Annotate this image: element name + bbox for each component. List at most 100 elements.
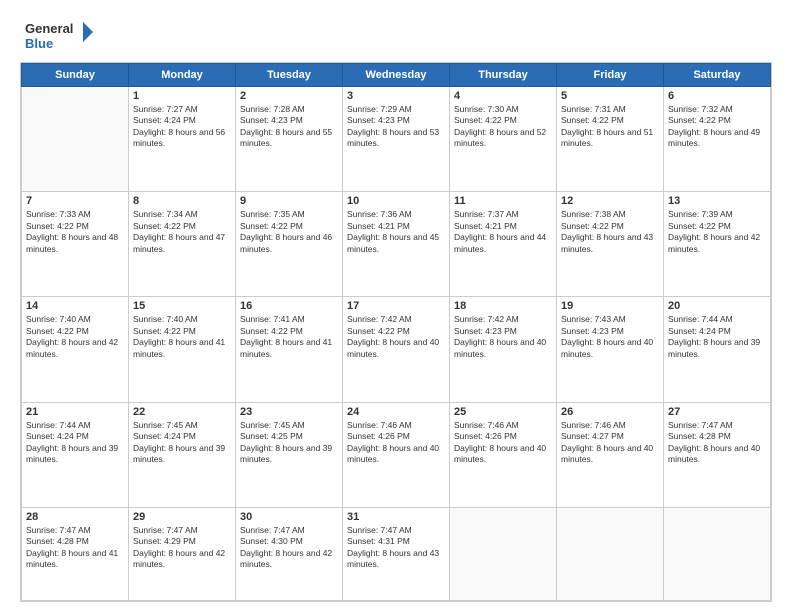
day-number: 29 [133,511,231,523]
cal-cell: 16 Sunrise: 7:41 AMSunset: 4:22 PMDayligh… [236,297,343,402]
cell-details: Sunrise: 7:44 AMSunset: 4:24 PMDaylight:… [668,314,766,360]
cal-cell: 26 Sunrise: 7:46 AMSunset: 4:27 PMDayligh… [557,402,664,507]
week-row-4: 21Sunrise: 7:44 AMSunset: 4:24 PMDayligh… [22,402,771,507]
day-number: 27 [668,406,766,418]
cal-cell: 19Sunrise: 7:43 AMSunset: 4:23 PMDayligh… [557,297,664,402]
cal-cell: 7 Sunrise: 7:33 AMSunset: 4:22 PMDaylight… [22,192,129,297]
svg-text:Blue: Blue [25,36,53,51]
cell-details: Sunrise: 7:47 AMSunset: 4:28 PMDaylight:… [668,420,766,466]
day-number: 14 [26,300,124,312]
day-number: 9 [240,195,338,207]
cal-cell: 8Sunrise: 7:34 AMSunset: 4:22 PMDaylight… [129,192,236,297]
cal-cell: 11Sunrise: 7:37 AMSunset: 4:21 PMDayligh… [450,192,557,297]
day-number: 4 [454,90,552,102]
day-number: 22 [133,406,231,418]
day-number: 6 [668,90,766,102]
day-number: 26 [561,406,659,418]
day-number: 13 [668,195,766,207]
cal-cell: 6Sunrise: 7:32 AMSunset: 4:22 PMDaylight… [664,87,771,192]
week-row-3: 14 Sunrise: 7:40 AMSunset: 4:22 PMDayligh… [22,297,771,402]
cal-cell: 30Sunrise: 7:47 AMSunset: 4:30 PMDayligh… [236,507,343,600]
cell-details: Sunrise: 7:46 AMSunset: 4:27 PMDaylight:… [561,420,659,466]
day-number: 20 [668,300,766,312]
cell-details: Sunrise: 7:45 AMSunset: 4:24 PMDaylight:… [133,420,231,466]
cal-cell: 13 Sunrise: 7:39 AMSunset: 4:22 PMDayligh… [664,192,771,297]
cal-cell [664,507,771,600]
day-number: 10 [347,195,445,207]
day-header-thursday: Thursday [450,64,557,87]
day-number: 25 [454,406,552,418]
day-number: 1 [133,90,231,102]
cell-details: Sunrise: 7:47 AMSunset: 4:29 PMDaylight:… [133,525,231,571]
logo: General Blue [20,18,100,54]
day-number: 15 [133,300,231,312]
logo-icon: General Blue [20,18,100,54]
day-number: 19 [561,300,659,312]
cal-cell [557,507,664,600]
day-number: 31 [347,511,445,523]
day-number: 3 [347,90,445,102]
cal-cell: 28 Sunrise: 7:47 AMSunset: 4:28 PMDayligh… [22,507,129,600]
cal-cell: 22 Sunrise: 7:45 AMSunset: 4:24 PMDayligh… [129,402,236,507]
cal-cell: 31 Sunrise: 7:47 AMSunset: 4:31 PMDayligh… [343,507,450,600]
cell-details: Sunrise: 7:47 AMSunset: 4:31 PMDaylight:… [347,525,445,571]
week-row-2: 7 Sunrise: 7:33 AMSunset: 4:22 PMDaylight… [22,192,771,297]
cell-details: Sunrise: 7:31 AMSunset: 4:22 PMDaylight:… [561,104,659,150]
day-number: 24 [347,406,445,418]
cal-cell: 4 Sunrise: 7:30 AMSunset: 4:22 PMDaylight… [450,87,557,192]
cell-details: Sunrise: 7:41 AMSunset: 4:22 PMDaylight:… [240,314,338,360]
day-number: 16 [240,300,338,312]
day-number: 2 [240,90,338,102]
cell-details: Sunrise: 7:40 AMSunset: 4:22 PMDaylight:… [26,314,124,360]
cal-cell: 12 Sunrise: 7:38 AMSunset: 4:22 PMDayligh… [557,192,664,297]
cal-cell: 23 Sunrise: 7:45 AMSunset: 4:25 PMDayligh… [236,402,343,507]
calendar: SundayMondayTuesdayWednesdayThursdayFrid… [20,62,772,602]
svg-text:General: General [25,21,73,36]
cell-details: Sunrise: 7:40 AMSunset: 4:22 PMDaylight:… [133,314,231,360]
cell-details: Sunrise: 7:28 AMSunset: 4:23 PMDaylight:… [240,104,338,150]
cal-cell: 1 Sunrise: 7:27 AMSunset: 4:24 PMDaylight… [129,87,236,192]
cal-cell: 29 Sunrise: 7:47 AMSunset: 4:29 PMDayligh… [129,507,236,600]
cal-cell: 24 Sunrise: 7:46 AMSunset: 4:26 PMDayligh… [343,402,450,507]
cal-cell: 20 Sunrise: 7:44 AMSunset: 4:24 PMDayligh… [664,297,771,402]
cell-details: Sunrise: 7:42 AMSunset: 4:22 PMDaylight:… [347,314,445,360]
cell-details: Sunrise: 7:35 AMSunset: 4:22 PMDaylight:… [240,209,338,255]
day-number: 28 [26,511,124,523]
cal-cell: 10 Sunrise: 7:36 AMSunset: 4:21 PMDayligh… [343,192,450,297]
cal-cell: 15 Sunrise: 7:40 AMSunset: 4:22 PMDayligh… [129,297,236,402]
cal-cell: 14 Sunrise: 7:40 AMSunset: 4:22 PMDayligh… [22,297,129,402]
day-number: 18 [454,300,552,312]
cell-details: Sunrise: 7:39 AMSunset: 4:22 PMDaylight:… [668,209,766,255]
header: General Blue [20,18,772,54]
day-header-tuesday: Tuesday [236,64,343,87]
day-number: 12 [561,195,659,207]
cell-details: Sunrise: 7:38 AMSunset: 4:22 PMDaylight:… [561,209,659,255]
cell-details: Sunrise: 7:34 AMSunset: 4:22 PMDaylight:… [133,209,231,255]
cell-details: Sunrise: 7:36 AMSunset: 4:21 PMDaylight:… [347,209,445,255]
cal-cell: 27 Sunrise: 7:47 AMSunset: 4:28 PMDayligh… [664,402,771,507]
day-header-monday: Monday [129,64,236,87]
calendar-table: SundayMondayTuesdayWednesdayThursdayFrid… [21,63,771,601]
cell-details: Sunrise: 7:47 AMSunset: 4:28 PMDaylight:… [26,525,124,571]
cal-cell: 3 Sunrise: 7:29 AMSunset: 4:23 PMDaylight… [343,87,450,192]
week-row-1: 1 Sunrise: 7:27 AMSunset: 4:24 PMDaylight… [22,87,771,192]
cell-details: Sunrise: 7:30 AMSunset: 4:22 PMDaylight:… [454,104,552,150]
day-number: 7 [26,195,124,207]
day-number: 5 [561,90,659,102]
cal-cell [450,507,557,600]
cell-details: Sunrise: 7:37 AMSunset: 4:21 PMDaylight:… [454,209,552,255]
page: General Blue SundayMondayTuesdayWednesda… [0,0,792,612]
week-row-5: 28 Sunrise: 7:47 AMSunset: 4:28 PMDayligh… [22,507,771,600]
cal-cell: 2 Sunrise: 7:28 AMSunset: 4:23 PMDaylight… [236,87,343,192]
cell-details: Sunrise: 7:33 AMSunset: 4:22 PMDaylight:… [26,209,124,255]
cell-details: Sunrise: 7:45 AMSunset: 4:25 PMDaylight:… [240,420,338,466]
day-number: 23 [240,406,338,418]
cal-cell: 18Sunrise: 7:42 AMSunset: 4:23 PMDayligh… [450,297,557,402]
cell-details: Sunrise: 7:47 AMSunset: 4:30 PMDaylight:… [240,525,338,571]
day-number: 17 [347,300,445,312]
cal-cell: 9 Sunrise: 7:35 AMSunset: 4:22 PMDaylight… [236,192,343,297]
cell-details: Sunrise: 7:46 AMSunset: 4:26 PMDaylight:… [347,420,445,466]
cell-details: Sunrise: 7:27 AMSunset: 4:24 PMDaylight:… [133,104,231,150]
day-header-wednesday: Wednesday [343,64,450,87]
cell-details: Sunrise: 7:29 AMSunset: 4:23 PMDaylight:… [347,104,445,150]
